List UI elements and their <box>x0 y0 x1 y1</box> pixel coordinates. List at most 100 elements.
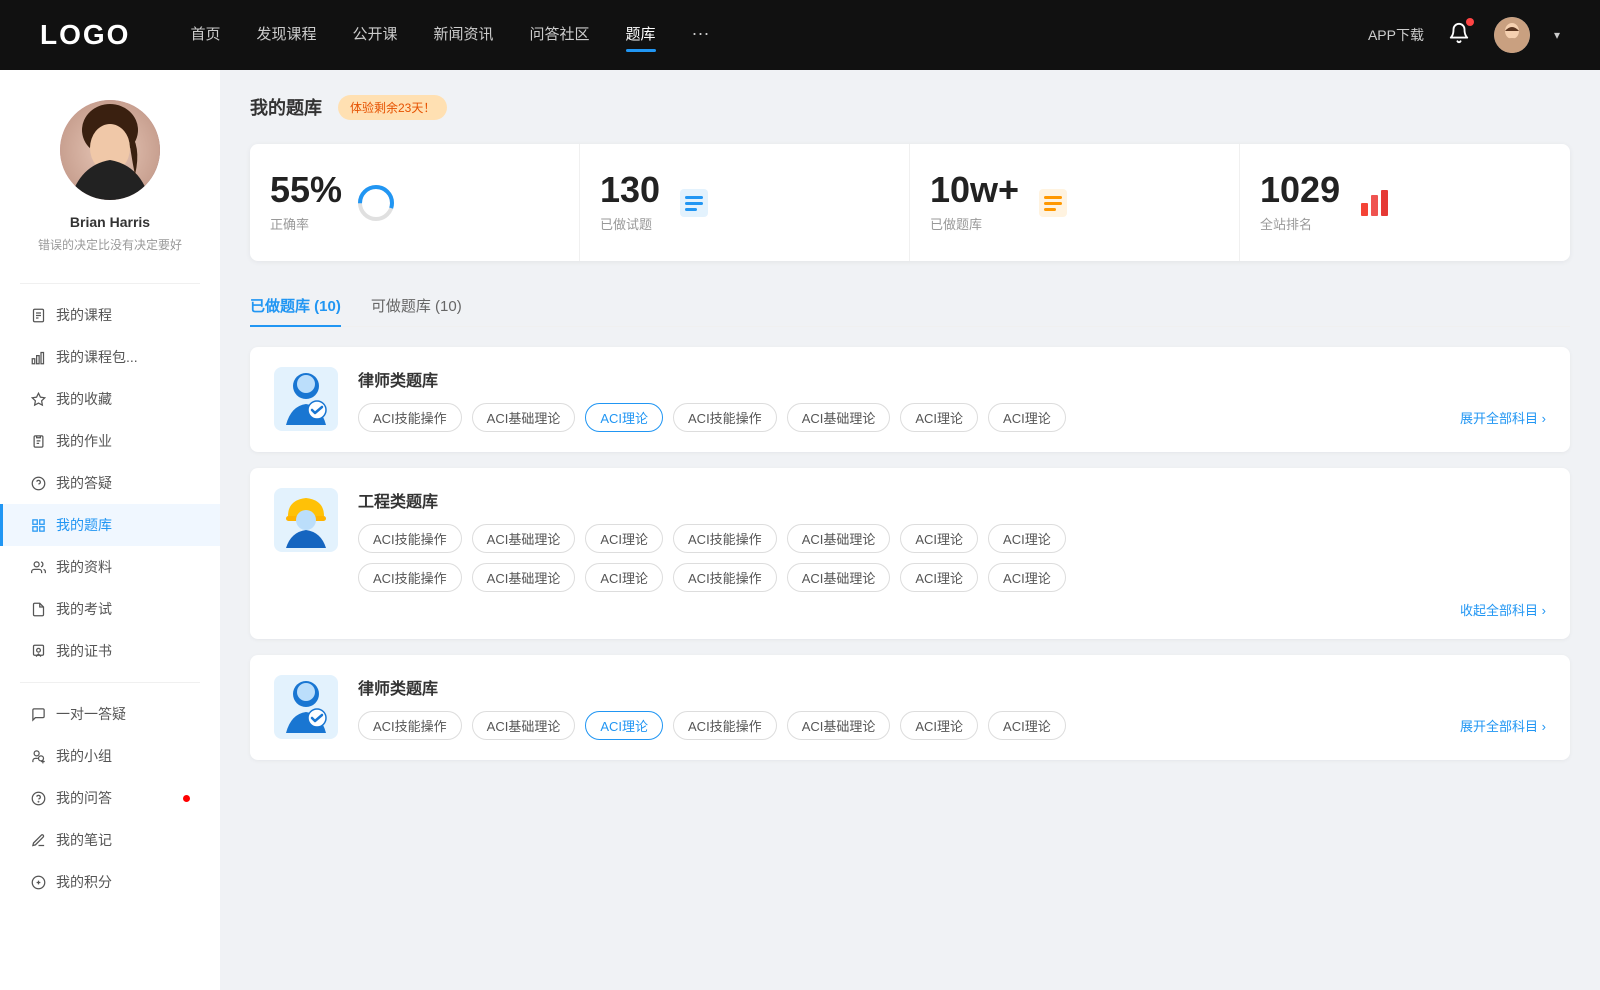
notification-badge <box>1466 18 1474 26</box>
tag[interactable]: ACI基础理论 <box>472 711 576 740</box>
nav-links: 首页 发现课程 公开课 新闻资讯 问答社区 题库 ··· <box>190 23 1368 48</box>
nav-link-open[interactable]: 公开课 <box>352 23 397 48</box>
tag[interactable]: ACI理论 <box>988 711 1066 740</box>
sidebar-item-answers[interactable]: 我的答疑 <box>0 462 220 504</box>
tag[interactable]: ACI技能操作 <box>358 403 462 432</box>
app-download-link[interactable]: APP下载 <box>1368 25 1424 45</box>
nav-link-qbank[interactable]: 题库 <box>626 23 656 48</box>
star-icon <box>30 391 46 407</box>
done-banks-icon <box>1035 185 1071 221</box>
tag[interactable]: ACI技能操作 <box>358 711 462 740</box>
engineer-icon <box>280 490 332 550</box>
stat-done-banks: 10w+ 已做题库 <box>910 144 1240 261</box>
sidebar-item-qbank[interactable]: 我的题库 <box>0 504 220 546</box>
profile-avatar <box>60 100 160 200</box>
sidebar-label: 我的收藏 <box>56 389 190 409</box>
sidebar-item-certs[interactable]: 我的证书 <box>0 630 220 672</box>
sidebar-label: 我的课程包... <box>56 347 190 367</box>
sidebar-item-notes[interactable]: 我的笔记 <box>0 819 220 861</box>
tag[interactable]: ACI技能操作 <box>673 711 777 740</box>
nav-link-discover[interactable]: 发现课程 <box>256 23 316 48</box>
tag[interactable]: ACI技能操作 <box>358 563 462 592</box>
nav-more[interactable]: ··· <box>692 23 710 48</box>
tag[interactable]: ACI基础理论 <box>472 563 576 592</box>
tag[interactable]: ACI技能操作 <box>673 403 777 432</box>
tag[interactable]: ACI基础理论 <box>472 403 576 432</box>
stat-label-rank: 全站排名 <box>1260 214 1340 233</box>
tag[interactable]: ACI基础理论 <box>787 524 891 553</box>
qbank-section-engineer: 工程类题库 ACI技能操作 ACI基础理论 ACI理论 ACI技能操作 ACI基… <box>250 468 1570 639</box>
sidebar-item-1on1[interactable]: 一对一答疑 <box>0 693 220 735</box>
expand-link-lawyer-1[interactable]: 展开全部科目 › <box>1460 408 1546 427</box>
tag[interactable]: ACI基础理论 <box>787 563 891 592</box>
tag[interactable]: ACI理论 <box>900 403 978 432</box>
sidebar-label: 我的笔记 <box>56 830 190 850</box>
stat-label-done: 已做试题 <box>600 214 660 233</box>
main-content: 我的题库 体验剩余23天！ 55% 正确率 <box>220 70 1600 990</box>
pie-chart-icon <box>356 183 396 223</box>
user-profile: Brian Harris 错误的决定比没有决定要好 <box>0 70 220 273</box>
tag-active[interactable]: ACI理论 <box>585 403 663 432</box>
tag[interactable]: ACI理论 <box>900 563 978 592</box>
sidebar-item-points[interactable]: 我的积分 <box>0 861 220 903</box>
tag[interactable]: ACI理论 <box>988 563 1066 592</box>
page-body: Brian Harris 错误的决定比没有决定要好 我的课程 我的课程包... <box>0 70 1600 990</box>
sidebar-label: 我的课程 <box>56 305 190 325</box>
qbank-title-engineer: 工程类题库 <box>358 488 1546 512</box>
user-avatar[interactable] <box>1494 17 1530 53</box>
tab-available-banks[interactable]: 可做题库 (10) <box>371 285 462 326</box>
sidebar-item-homework[interactable]: 我的作业 <box>0 420 220 462</box>
tag[interactable]: ACI基础理论 <box>787 711 891 740</box>
sidebar-item-favorites[interactable]: 我的收藏 <box>0 378 220 420</box>
tag[interactable]: ACI理论 <box>900 524 978 553</box>
user-menu-chevron[interactable]: ▾ <box>1554 28 1560 42</box>
chart-bars-icon <box>30 349 46 365</box>
profile-avatar-image <box>60 100 160 200</box>
lawyer-icon-wrap <box>274 367 338 431</box>
user-motto: 错误的决定比没有决定要好 <box>38 236 182 253</box>
nav-link-home[interactable]: 首页 <box>190 23 220 48</box>
users-icon <box>30 559 46 575</box>
badge-icon <box>30 643 46 659</box>
tag[interactable]: ACI技能操作 <box>673 563 777 592</box>
tags-row-lawyer-1: ACI技能操作 ACI基础理论 ACI理论 ACI技能操作 ACI基础理论 AC… <box>358 403 1546 432</box>
tag[interactable]: ACI理论 <box>988 403 1066 432</box>
tag[interactable]: ACI基础理论 <box>472 524 576 553</box>
tags-row-lawyer-2: ACI技能操作 ACI基础理论 ACI理论 ACI技能操作 ACI基础理论 AC… <box>358 711 1546 740</box>
stat-value-banks: 10w+ <box>930 172 1019 208</box>
notification-bell[interactable] <box>1448 22 1470 49</box>
tag[interactable]: ACI技能操作 <box>358 524 462 553</box>
file-icon <box>30 307 46 323</box>
tag[interactable]: ACI理论 <box>585 563 663 592</box>
stat-accuracy: 55% 正确率 <box>250 144 580 261</box>
nav-right: APP下载 ▾ <box>1368 17 1560 53</box>
sidebar-item-groups[interactable]: 我的小组 <box>0 735 220 777</box>
tab-done-banks[interactable]: 已做题库 (10) <box>250 285 341 326</box>
tag[interactable]: ACI技能操作 <box>673 524 777 553</box>
sidebar-item-profile[interactable]: 我的资料 <box>0 546 220 588</box>
tag[interactable]: ACI理论 <box>900 711 978 740</box>
expand-link-lawyer-2[interactable]: 展开全部科目 › <box>1460 716 1546 735</box>
sidebar-divider-2 <box>20 682 200 683</box>
engineer-icon-wrap <box>274 488 338 552</box>
stat-value-accuracy: 55% <box>270 172 342 208</box>
sidebar-label: 我的答疑 <box>56 473 190 493</box>
sidebar-item-my-courses[interactable]: 我的课程 <box>0 294 220 336</box>
sidebar-item-exams[interactable]: 我的考试 <box>0 588 220 630</box>
orange-list-icon <box>1033 183 1073 223</box>
nav-link-qa[interactable]: 问答社区 <box>530 23 590 48</box>
sidebar-item-myqa[interactable]: 我的问答 <box>0 777 220 819</box>
profile-svg <box>60 100 160 200</box>
tag[interactable]: ACI理论 <box>585 524 663 553</box>
tag[interactable]: ACI基础理论 <box>787 403 891 432</box>
tag[interactable]: ACI理论 <box>988 524 1066 553</box>
sidebar-label: 我的积分 <box>56 872 190 892</box>
lawyer-icon <box>281 370 331 428</box>
qbank-title-lawyer-1: 律师类题库 <box>358 367 1546 391</box>
sidebar-item-course-pkg[interactable]: 我的课程包... <box>0 336 220 378</box>
avatar-image <box>1494 17 1530 53</box>
nav-link-news[interactable]: 新闻资讯 <box>434 23 494 48</box>
tag-active[interactable]: ACI理论 <box>585 711 663 740</box>
qa-red-dot <box>183 795 190 802</box>
collapse-link-engineer[interactable]: 收起全部科目 › <box>358 600 1546 619</box>
